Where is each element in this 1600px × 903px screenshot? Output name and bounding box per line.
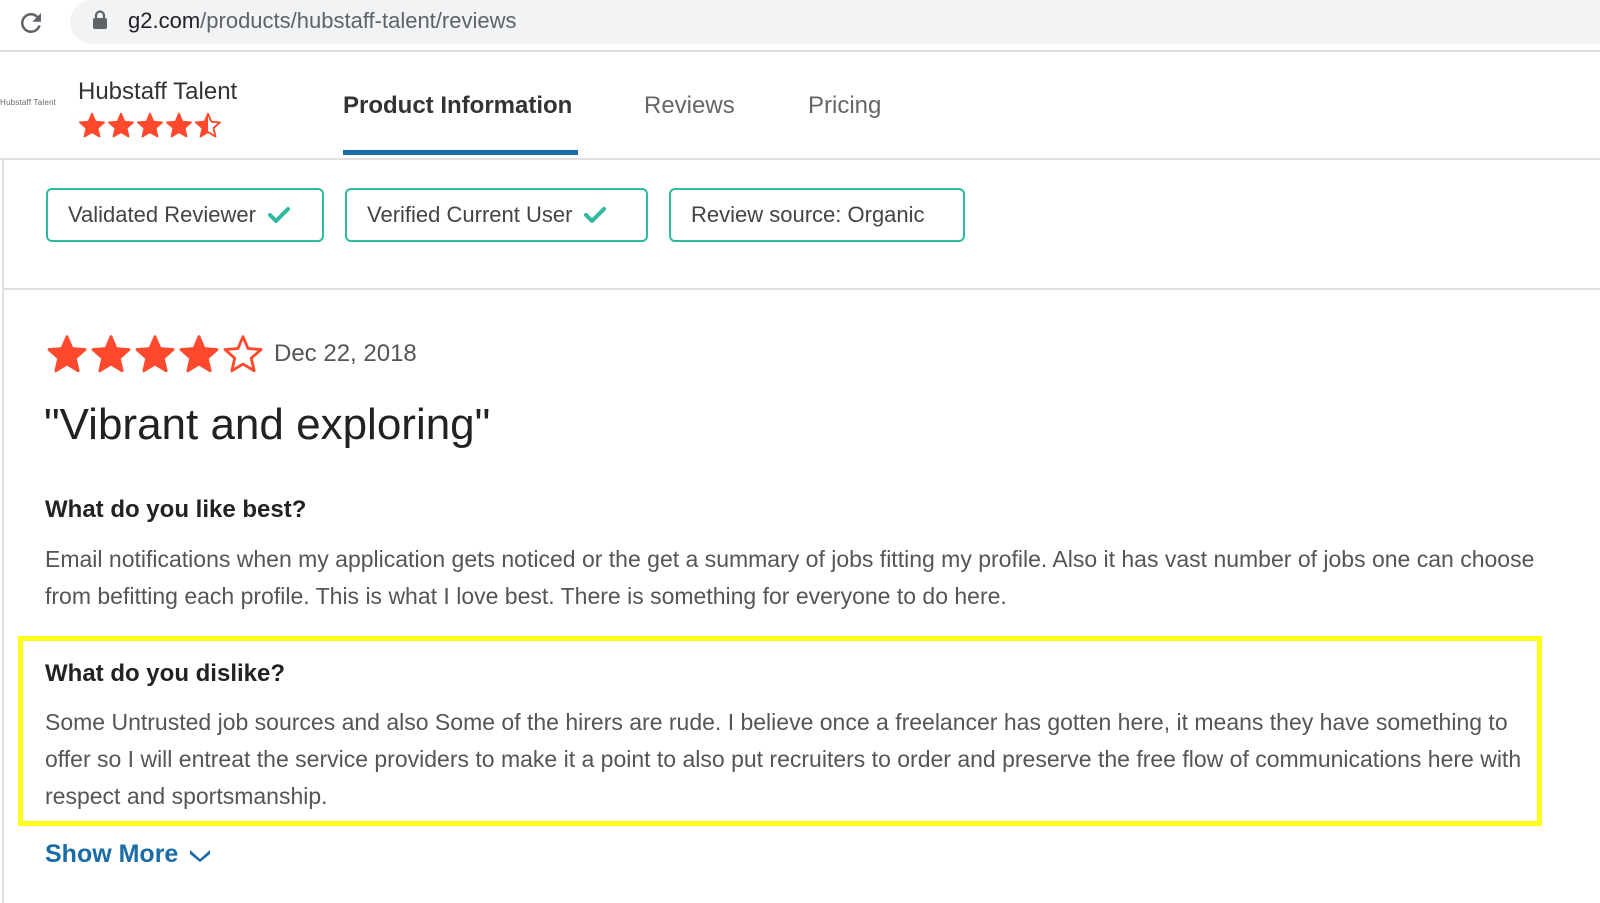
check-icon [267,206,290,224]
badge-verified-current-user[interactable]: Verified Current User [345,188,648,242]
star-empty-icon [223,335,263,373]
lock-icon [92,10,108,35]
product-rating-stars [78,112,223,145]
url-domain: g2.com [128,8,201,33]
url-path: /products/hubstaff-talent/reviews [200,8,517,33]
content-left-border [2,160,4,903]
browser-address-bar: g2.com/products/hubstaff-talent/reviews [0,0,1600,52]
star-full-icon [179,335,219,373]
badge-label: Review source: Organic [691,202,925,227]
badge-label: Verified Current User [367,202,573,227]
product-header: Hubstaff Talent Hubstaff Talent Product … [0,52,1600,160]
tab-reviews[interactable]: Reviews [644,92,735,120]
show-more-button[interactable]: Show More [45,840,212,869]
star-half-icon [195,112,221,138]
badge-label: Validated Reviewer [68,202,256,227]
chevron-down-icon [188,847,212,863]
star-full-icon [79,112,105,138]
reload-icon[interactable] [14,6,48,40]
star-full-icon [108,112,134,138]
product-logo: Hubstaff Talent [0,98,57,107]
review-date: Dec 22, 2018 [274,340,417,367]
star-full-icon [47,335,87,373]
like-answer: Email notifications when my application … [45,546,1535,609]
product-name[interactable]: Hubstaff Talent [78,78,237,106]
review-title: "Vibrant and exploring" [44,400,491,449]
like-question: What do you like best? [45,496,307,523]
star-full-icon [135,335,175,373]
badge-validated-reviewer[interactable]: Validated Reviewer [46,188,324,242]
dislike-answer: Some Untrusted job sources and also Some… [45,709,1522,809]
active-tab-indicator [343,150,578,155]
review-rating-stars [46,334,266,376]
check-icon [584,206,607,224]
star-full-icon [166,112,192,138]
tab-product-information[interactable]: Product Information [343,92,572,120]
star-full-icon [91,335,131,373]
badge-review-source[interactable]: Review source: Organic [669,188,965,242]
tab-pricing[interactable]: Pricing [808,92,881,120]
star-full-icon [137,112,163,138]
url-text[interactable]: g2.com/products/hubstaff-talent/reviews [128,8,516,34]
dislike-question: What do you dislike? [45,660,286,687]
show-more-label: Show More [45,840,179,868]
section-divider [4,288,1600,290]
